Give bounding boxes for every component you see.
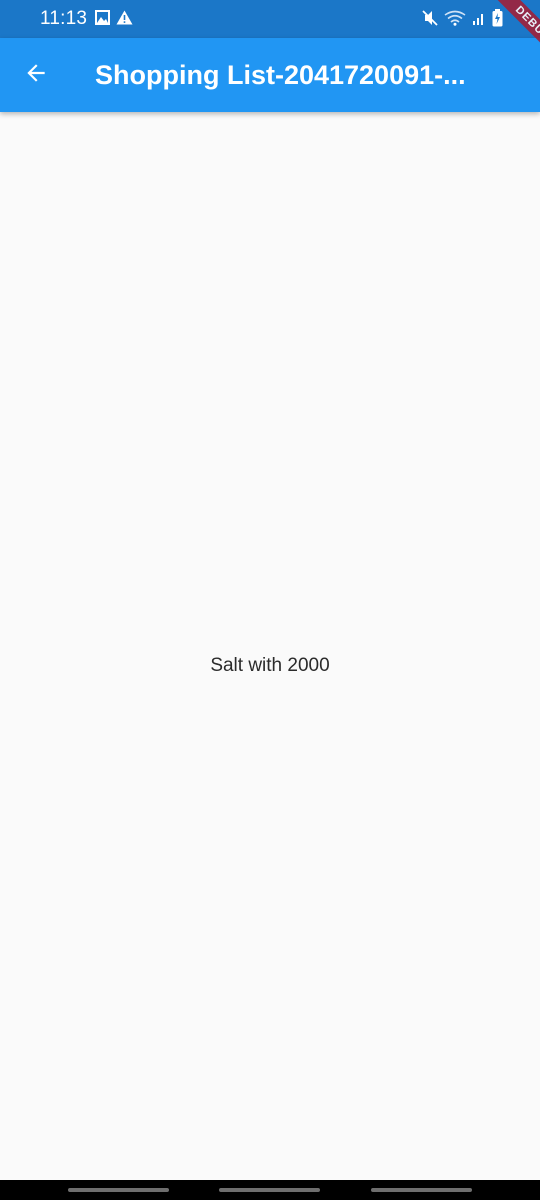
status-right-icons	[422, 9, 503, 32]
mute-icon	[422, 9, 438, 32]
back-button[interactable]	[14, 53, 58, 97]
app-bar: Shopping List-2041720091-...	[0, 38, 540, 112]
item-message: Salt with 2000	[210, 655, 330, 676]
main-content: Salt with 2000	[0, 112, 540, 1180]
back-nav-button[interactable]	[371, 1188, 472, 1192]
signal-icon	[472, 11, 486, 30]
wifi-icon	[444, 10, 466, 31]
status-time: 11:13	[40, 8, 88, 29]
status-bar: 11:13	[0, 0, 540, 38]
page-title: Shopping List-2041720091-...	[95, 60, 466, 90]
arrow-back-icon	[23, 60, 49, 91]
recent-apps-button[interactable]	[68, 1188, 169, 1192]
system-nav-bar	[0, 1180, 540, 1200]
battery-charging-icon	[492, 9, 503, 32]
warning-icon	[116, 10, 133, 30]
image-icon	[95, 10, 110, 30]
status-left-icons	[95, 10, 133, 30]
home-button[interactable]	[219, 1188, 320, 1192]
